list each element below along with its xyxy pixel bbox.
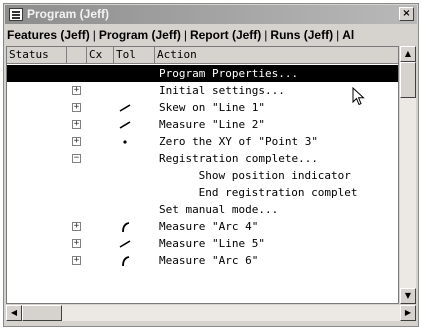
list-header: Status Cx Tol Action <box>7 47 398 64</box>
expand-toggle-icon[interactable]: + <box>72 222 81 231</box>
tab-item[interactable]: Features (Jeff) <box>5 25 92 43</box>
arc-icon <box>122 256 130 267</box>
program-row[interactable]: + Measure "Arc 4" <box>7 218 398 235</box>
scroll-left-button[interactable]: ◀ <box>6 305 22 321</box>
program-row[interactable]: Show position indicator <box>7 167 398 184</box>
scroll-down-button[interactable]: ▼ <box>400 288 416 304</box>
arc-icon <box>122 222 130 233</box>
title-bar[interactable]: Program (Jeff) × <box>5 5 417 24</box>
expand-toggle-icon[interactable]: + <box>72 137 81 146</box>
action-text: Set manual mode... <box>159 203 279 216</box>
column-header-blank[interactable] <box>67 47 87 64</box>
column-header-action[interactable]: Action <box>155 47 398 64</box>
expand-toggle-icon[interactable]: + <box>72 239 81 248</box>
action-text: Measure "Line 5" <box>159 237 265 250</box>
tab-strip: Features (Jeff) | Program (Jeff) | Report (J… <box>5 25 417 45</box>
vertical-scrollbar[interactable]: ▲ ▼ <box>400 46 416 304</box>
action-text: Measure "Arc 6" <box>159 254 259 267</box>
action-text: Zero the XY of "Point 3" <box>159 135 318 148</box>
program-row[interactable]: End registration complet <box>7 184 398 201</box>
app-icon <box>9 8 23 21</box>
action-text: Initial settings... <box>159 84 285 97</box>
line-icon <box>119 240 131 248</box>
column-header-tol[interactable]: Tol <box>114 47 155 64</box>
action-text: End registration complet <box>198 186 358 199</box>
tab-item[interactable]: Runs (Jeff) <box>268 25 335 43</box>
action-text: Measure "Arc 4" <box>159 220 259 233</box>
expand-toggle-icon[interactable]: − <box>72 154 81 163</box>
program-row[interactable]: Set manual mode... <box>7 201 398 218</box>
program-row[interactable]: + Zero the XY of "Point 3" <box>7 133 398 150</box>
line-icon <box>119 121 131 129</box>
window-title: Program (Jeff) <box>27 7 110 21</box>
expand-toggle-icon[interactable]: + <box>72 256 81 265</box>
action-text: Measure "Line 2" <box>159 118 265 131</box>
tab-item[interactable]: Report (Jeff) <box>188 25 263 43</box>
line-icon <box>119 104 131 112</box>
expand-toggle-icon[interactable]: + <box>72 103 81 112</box>
expand-toggle-icon[interactable]: + <box>72 86 81 95</box>
tab-item[interactable]: Program (Jeff) <box>97 25 183 43</box>
horizontal-scroll-thumb[interactable] <box>22 305 62 321</box>
mouse-cursor-icon <box>352 87 365 106</box>
action-text: Skew on "Line 1" <box>159 101 265 114</box>
program-row[interactable]: − Registration complete... <box>7 150 398 167</box>
program-row[interactable]: + Initial settings... <box>7 82 398 99</box>
column-header-cx[interactable]: Cx <box>87 47 114 64</box>
column-header-status[interactable]: Status <box>7 47 67 64</box>
horizontal-scrollbar[interactable]: ◀ ▶ <box>6 305 416 321</box>
expand-toggle-icon[interactable]: + <box>72 120 81 129</box>
scroll-right-button[interactable]: ▶ <box>400 305 416 321</box>
vertical-scroll-thumb[interactable] <box>400 62 416 98</box>
action-text: Registration complete... <box>159 152 318 165</box>
tab-item[interactable]: Al <box>340 25 356 43</box>
point-icon <box>123 140 127 144</box>
program-row[interactable]: + Skew on "Line 1" <box>7 99 398 116</box>
close-button[interactable]: × <box>399 7 414 21</box>
program-row[interactable]: + Measure "Line 5" <box>7 235 398 252</box>
program-window: Program (Jeff) × Features (Jeff) | Program… <box>3 3 419 327</box>
program-row[interactable]: + Measure "Arc 6" <box>7 252 398 269</box>
program-list[interactable]: Status Cx Tol Action Program Properties.… <box>6 46 399 304</box>
action-text: Program Properties... <box>159 67 299 80</box>
program-row[interactable]: Program Properties... <box>7 65 398 82</box>
action-text: Show position indicator <box>198 169 351 182</box>
scroll-up-button[interactable]: ▲ <box>400 46 416 62</box>
program-row[interactable]: + Measure "Line 2" <box>7 116 398 133</box>
